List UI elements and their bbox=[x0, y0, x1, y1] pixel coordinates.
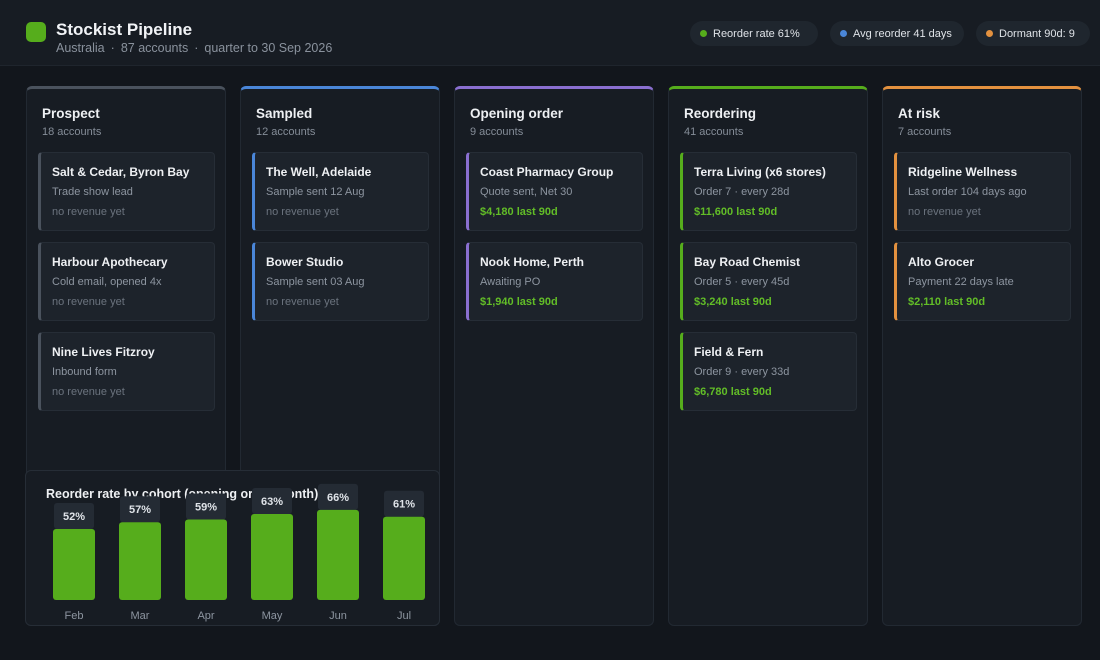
region-label: Australia bbox=[56, 41, 105, 55]
account-revenue: no revenue yet bbox=[52, 386, 125, 398]
subtitle: Australia · 87 accounts · quarter to 30 Sep … bbox=[56, 41, 332, 55]
stage-column: At risk 7 accounts Ridgeline Wellness Last … bbox=[882, 86, 1082, 626]
account-name: Nine Lives Fitzroy bbox=[52, 345, 155, 359]
top-bar: Stockist Pipeline Australia · 87 accounts ·… bbox=[0, 0, 1100, 66]
account-card[interactable]: Alto Grocer Payment 22 days late $2,110 la… bbox=[894, 242, 1071, 321]
account-name: Ridgeline Wellness bbox=[908, 165, 1018, 179]
account-revenue: no revenue yet bbox=[52, 206, 125, 218]
category-label: Mar bbox=[131, 610, 150, 622]
category-label: Apr bbox=[197, 610, 214, 622]
category-label: Jul bbox=[397, 610, 411, 622]
account-revenue: no revenue yet bbox=[266, 206, 339, 218]
account-detail: Order 9 · every 33d bbox=[694, 366, 790, 378]
column-count: 18 accounts bbox=[42, 126, 102, 138]
column-count: 12 accounts bbox=[256, 126, 316, 138]
account-name: Coast Pharmacy Group bbox=[480, 165, 614, 179]
account-card[interactable]: Nine Lives Fitzroy Inbound form no revenue… bbox=[38, 332, 215, 411]
account-revenue: $6,780 last 90d bbox=[694, 386, 772, 398]
column-title: Sampled bbox=[256, 106, 313, 121]
account-revenue: $3,240 last 90d bbox=[694, 296, 772, 308]
account-revenue: no revenue yet bbox=[266, 296, 339, 308]
account-revenue: $4,180 last 90d bbox=[480, 206, 558, 218]
account-name: Bower Studio bbox=[266, 255, 344, 269]
stat-pill[interactable]: Avg reorder 41 days bbox=[830, 21, 964, 46]
app-title: Stockist Pipeline bbox=[56, 20, 193, 39]
column-count: 41 accounts bbox=[684, 126, 744, 138]
account-detail: Cold email, opened 4x bbox=[52, 276, 162, 288]
status-dot bbox=[840, 30, 847, 37]
account-card[interactable]: Ridgeline Wellness Last order 104 days ag… bbox=[894, 152, 1071, 231]
account-detail: Order 5 · every 45d bbox=[694, 276, 790, 288]
account-card[interactable]: Coast Pharmacy Group Quote sent, Net 30 $4… bbox=[466, 152, 643, 231]
account-detail: Trade show lead bbox=[52, 186, 133, 198]
account-name: Field & Fern bbox=[694, 345, 764, 359]
cohort-chart-panel: Reorder rate by cohort (opening order mo… bbox=[25, 470, 440, 626]
account-detail: Order 7 · every 28d bbox=[694, 186, 790, 198]
account-detail: Last order 104 days ago bbox=[908, 186, 1027, 198]
account-card[interactable]: Field & Fern Order 9 · every 33d $6,780 la… bbox=[680, 332, 857, 411]
status-dot bbox=[700, 30, 707, 37]
column-title: Reordering bbox=[684, 106, 757, 121]
column-count: 7 accounts bbox=[898, 126, 952, 138]
column-title: Opening order bbox=[470, 106, 564, 121]
bar-value-label: 57% bbox=[129, 504, 151, 516]
account-name: The Well, Adelaide bbox=[266, 165, 372, 179]
account-card[interactable]: Nook Home, Perth Awaiting PO $1,940 last 9… bbox=[466, 242, 643, 321]
separator: · bbox=[194, 41, 199, 55]
stat-label: Reorder rate 61% bbox=[713, 27, 800, 40]
account-detail: Sample sent 12 Aug bbox=[266, 186, 365, 198]
account-name: Alto Grocer bbox=[908, 255, 975, 269]
accounts-label: 87 accounts bbox=[120, 41, 189, 55]
account-name: Salt & Cedar, Byron Bay bbox=[52, 165, 190, 179]
stat-pill[interactable]: Reorder rate 61% bbox=[690, 21, 818, 46]
bar-value-label: 59% bbox=[195, 501, 217, 513]
period-label: quarter to 30 Sep 2026 bbox=[204, 41, 333, 55]
bar-value-label: 52% bbox=[63, 511, 85, 523]
account-revenue: $1,940 last 90d bbox=[480, 296, 558, 308]
cohort-bar[interactable] bbox=[383, 516, 425, 600]
account-revenue: $11,600 last 90d bbox=[694, 206, 778, 218]
account-detail: Sample sent 03 Aug bbox=[266, 276, 365, 288]
separator: · bbox=[110, 41, 115, 55]
account-name: Nook Home, Perth bbox=[480, 255, 585, 269]
bar-value-label: 61% bbox=[393, 499, 415, 511]
account-detail: Quote sent, Net 30 bbox=[480, 186, 573, 198]
category-label: Feb bbox=[65, 610, 84, 622]
account-card[interactable]: Terra Living (x6 stores) Order 7 · every … bbox=[680, 152, 857, 231]
category-label: May bbox=[262, 610, 283, 622]
column-title: Prospect bbox=[42, 106, 100, 121]
account-revenue: no revenue yet bbox=[52, 296, 125, 308]
column-count: 9 accounts bbox=[470, 126, 524, 138]
cohort-bar-chart: 52% Feb 57% Mar 59% Apr 63% May 66% Jun 61% Jul bbox=[53, 483, 425, 622]
account-card[interactable]: Salt & Cedar, Byron Bay Trade show lead no… bbox=[38, 152, 215, 231]
cohort-bar[interactable] bbox=[53, 529, 95, 600]
cohort-bar[interactable] bbox=[251, 514, 293, 600]
bar-value-label: 63% bbox=[261, 496, 283, 508]
stat-pill[interactable]: Dormant 90d: 9 bbox=[976, 21, 1090, 46]
stage-column: Opening order 9 accounts Coast Pharmacy Gr… bbox=[454, 86, 654, 626]
bar-value-label: 66% bbox=[327, 492, 349, 504]
category-label: Jun bbox=[329, 610, 347, 622]
account-revenue: $2,110 last 90d bbox=[908, 296, 986, 308]
account-card[interactable]: Bower Studio Sample sent 03 Aug no revenue… bbox=[252, 242, 429, 321]
account-name: Terra Living (x6 stores) bbox=[694, 165, 826, 179]
account-detail: Awaiting PO bbox=[480, 276, 541, 288]
status-dot bbox=[986, 30, 993, 37]
account-detail: Payment 22 days late bbox=[908, 276, 1014, 288]
stage-column: Reordering 41 accounts Terra Living (x6 st… bbox=[668, 86, 868, 626]
account-revenue: no revenue yet bbox=[908, 206, 981, 218]
stat-label: Dormant 90d: 9 bbox=[999, 27, 1075, 40]
cohort-bar[interactable] bbox=[317, 509, 359, 600]
stat-label: Avg reorder 41 days bbox=[853, 27, 952, 40]
account-name: Bay Road Chemist bbox=[694, 255, 801, 269]
cohort-bar[interactable] bbox=[119, 522, 161, 600]
account-card[interactable]: Harbour Apothecary Cold email, opened 4x n… bbox=[38, 242, 215, 321]
account-detail: Inbound form bbox=[52, 366, 117, 378]
cohort-bar[interactable] bbox=[185, 519, 227, 600]
account-card[interactable]: The Well, Adelaide Sample sent 12 Aug no r… bbox=[252, 152, 429, 231]
account-card[interactable]: Bay Road Chemist Order 5 · every 45d $3,24… bbox=[680, 242, 857, 321]
app-logo bbox=[26, 22, 46, 42]
account-name: Harbour Apothecary bbox=[52, 255, 168, 269]
column-title: At risk bbox=[898, 106, 941, 121]
